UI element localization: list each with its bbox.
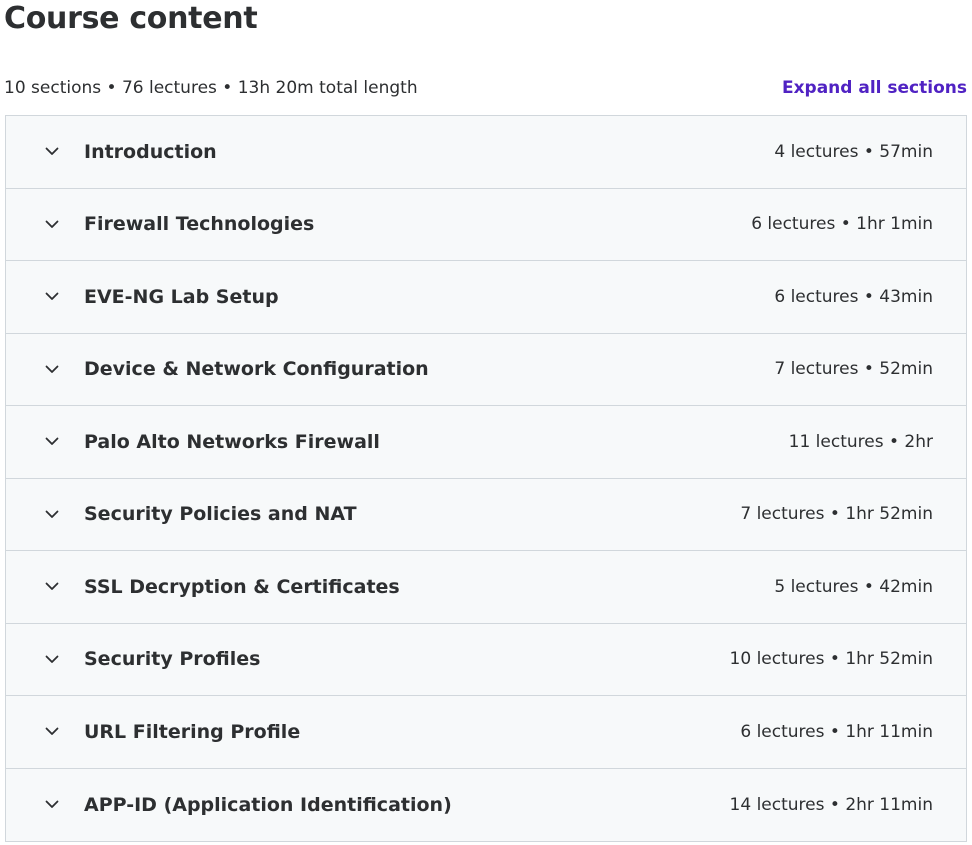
section-title: Introduction (84, 140, 217, 163)
chevron-down-icon (44, 434, 60, 450)
course-summary-row: 10 sections • 76 lectures • 13h 20m tota… (4, 76, 967, 100)
section-title: SSL Decryption & Certificates (84, 575, 400, 598)
section-title: APP-ID (Application Identification) (84, 793, 452, 816)
section-meta: 6 lectures • 1hr 11min (740, 721, 933, 742)
section-item-palo-alto-networks-firewall[interactable]: Palo Alto Networks Firewall 11 lectures … (6, 406, 966, 479)
section-meta: 6 lectures • 1hr 1min (751, 214, 933, 235)
page-title: Course content (4, 1, 258, 36)
section-meta: 7 lectures • 52min (774, 359, 933, 380)
section-item-ssl-decryption-certificates[interactable]: SSL Decryption & Certificates 5 lectures… (6, 551, 966, 624)
chevron-down-icon (44, 651, 60, 667)
section-meta: 11 lectures • 2hr (788, 431, 933, 452)
section-title: EVE-NG Lab Setup (84, 285, 279, 308)
chevron-down-icon (44, 361, 60, 377)
course-content-panel: Course content 10 sections • 76 lectures… (0, 0, 972, 845)
chevron-down-icon (44, 579, 60, 595)
section-meta: 7 lectures • 1hr 52min (740, 504, 933, 525)
section-list: Introduction 4 lectures • 57min Firewall… (5, 115, 967, 842)
section-meta: 10 lectures • 1hr 52min (729, 649, 933, 670)
section-meta: 6 lectures • 43min (774, 286, 933, 307)
course-summary: 10 sections • 76 lectures • 13h 20m tota… (4, 78, 418, 98)
section-meta: 5 lectures • 42min (774, 576, 933, 597)
section-title: URL Filtering Profile (84, 720, 301, 743)
chevron-down-icon (44, 144, 60, 160)
section-item-app-id[interactable]: APP-ID (Application Identification) 14 l… (6, 768, 966, 841)
section-meta: 4 lectures • 57min (774, 141, 933, 162)
chevron-down-icon (44, 797, 60, 813)
section-item-url-filtering-profile[interactable]: URL Filtering Profile 6 lectures • 1hr 1… (6, 696, 966, 769)
section-item-security-profiles[interactable]: Security Profiles 10 lectures • 1hr 52mi… (6, 623, 966, 696)
chevron-down-icon (44, 216, 60, 232)
section-item-introduction[interactable]: Introduction 4 lectures • 57min (6, 116, 966, 189)
section-item-firewall-technologies[interactable]: Firewall Technologies 6 lectures • 1hr 1… (6, 188, 966, 261)
section-title: Firewall Technologies (84, 213, 315, 236)
chevron-down-icon (44, 724, 60, 740)
chevron-down-icon (44, 289, 60, 305)
section-item-device-network-configuration[interactable]: Device & Network Configuration 7 lecture… (6, 333, 966, 406)
section-meta: 14 lectures • 2hr 11min (729, 794, 933, 815)
section-title: Security Profiles (84, 648, 261, 671)
expand-all-sections-button[interactable]: Expand all sections (782, 76, 967, 100)
section-item-security-policies-and-nat[interactable]: Security Policies and NAT 7 lectures • 1… (6, 478, 966, 551)
section-item-eve-ng-lab-setup[interactable]: EVE-NG Lab Setup 6 lectures • 43min (6, 261, 966, 334)
section-title: Security Policies and NAT (84, 503, 357, 526)
section-title: Palo Alto Networks Firewall (84, 430, 380, 453)
chevron-down-icon (44, 506, 60, 522)
section-title: Device & Network Configuration (84, 358, 429, 381)
